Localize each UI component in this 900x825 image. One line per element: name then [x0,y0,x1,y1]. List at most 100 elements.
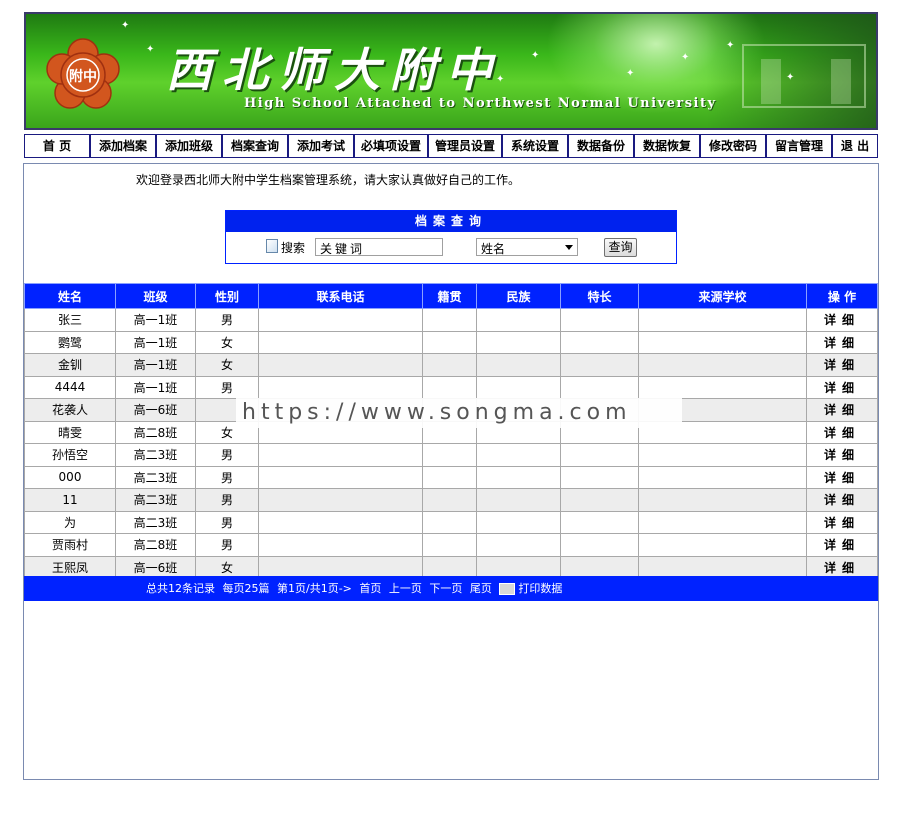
school-name-cn: 西北师大附中 [166,43,502,97]
cell-source-school [638,443,807,467]
search-field-selected: 姓名 [481,242,506,256]
cell-phone [258,510,423,534]
cell-hometown [422,510,477,534]
nav-message-admin[interactable]: 留言管理 [767,135,833,157]
cell-name: 孙悟空 [24,443,116,467]
total-records-text: 总共12条记录 [146,582,215,595]
search-doc-icon [266,239,278,253]
header-banner: 附中 西北师大附中 High School Attached to Northw… [24,12,878,130]
nav-data-backup[interactable]: 数据备份 [569,135,635,157]
detail-link[interactable]: 详细 [806,465,878,489]
cell-specialty [560,353,639,377]
detail-link[interactable]: 详细 [806,308,878,332]
detail-link[interactable]: 详细 [806,353,878,377]
nav-home[interactable]: 首 页 [25,135,91,157]
table-row: 金钏 高一1班 女 详细 [24,353,878,377]
main-nav: 首 页 添加档案 添加班级 档案查询 添加考试 必填项设置 管理员设置 系统设置… [24,134,878,158]
cell-specialty [560,375,639,399]
next-page-link[interactable]: 下一页 [429,582,462,595]
detail-link[interactable]: 详细 [806,533,878,557]
search-field-select[interactable]: 姓名 [476,238,578,256]
detail-link[interactable]: 详细 [806,330,878,354]
table-row: 张三 高一1班 男 详细 [24,308,878,332]
nav-system-settings[interactable]: 系统设置 [503,135,569,157]
nav-change-password[interactable]: 修改密码 [701,135,767,157]
column-header-name: 姓名 [24,283,116,309]
nav-admin-settings[interactable]: 管理员设置 [429,135,503,157]
column-header-gender: 性别 [195,283,259,309]
cell-ethnicity [476,510,561,534]
cell-class: 高二3班 [115,510,196,534]
per-page-text: 每页25篇 [222,582,270,595]
cell-ethnicity [476,443,561,467]
cell-gender: 女 [195,353,259,377]
cell-ethnicity [476,533,561,557]
search-panel: 档案查询 搜索 关键词 姓名 查询 [225,210,677,264]
nav-add-class[interactable]: 添加班级 [157,135,223,157]
cell-gender: 男 [195,375,259,399]
table-row: 为 高二3班 男 详细 [24,510,878,534]
cell-gender: 男 [195,533,259,557]
cell-specialty [560,308,639,332]
welcome-message: 欢迎登录西北师大附中学生档案管理系统，请大家认真做好自己的工作。 [136,173,521,187]
nav-data-restore[interactable]: 数据恢复 [635,135,701,157]
cell-source-school [638,465,807,489]
last-page-link[interactable]: 尾页 [470,582,492,595]
cell-name: 金钏 [24,353,116,377]
cell-phone [258,375,423,399]
cell-class: 高二3班 [115,443,196,467]
cell-name: 为 [24,510,116,534]
pagination-bar: 总共12条记录 每页25篇 第1页/共1页-> 首页 上一页 下一页 尾页 打印… [24,576,878,601]
cell-class: 高二8班 [115,533,196,557]
detail-link[interactable]: 详细 [806,488,878,512]
cell-name: 鹦鹭 [24,330,116,354]
cell-specialty [560,533,639,557]
column-header-class: 班级 [115,283,196,309]
cell-class: 高一6班 [115,398,196,422]
cell-gender: 男 [195,510,259,534]
cell-specialty [560,330,639,354]
detail-link[interactable]: 详细 [806,398,878,422]
cell-hometown [422,330,477,354]
printer-icon [499,583,516,595]
detail-link[interactable]: 详细 [806,375,878,399]
prev-page-link[interactable]: 上一页 [389,582,422,595]
nav-logout[interactable]: 退 出 [833,135,877,157]
cell-name: 张三 [24,308,116,332]
cell-class: 高二8班 [115,420,196,444]
nav-add-exam[interactable]: 添加考试 [289,135,355,157]
cell-phone [258,330,423,354]
sparkle-icon: ✦ [726,40,735,51]
cell-source-school [638,510,807,534]
school-name-en: High School Attached to Northwest Normal… [244,96,717,111]
table-row: 鹦鹭 高一1班 女 详细 [24,330,878,354]
column-header-specialty: 特长 [560,283,639,309]
table-row: 11 高二3班 男 详细 [24,488,878,512]
cell-class: 高二3班 [115,465,196,489]
cell-source-school [638,308,807,332]
cell-source-school [638,330,807,354]
cell-source-school [638,533,807,557]
cell-phone [258,465,423,489]
keyword-input[interactable]: 关键词 [315,238,443,256]
school-building-image [706,14,876,128]
watermark-text: https://www.songma.com [236,398,682,428]
cell-name: 贾雨村 [24,533,116,557]
cell-phone [258,488,423,512]
cell-name: 11 [24,488,116,512]
detail-link[interactable]: 详细 [806,443,878,467]
cell-name: 4444 [24,375,116,399]
query-button[interactable]: 查询 [604,238,637,257]
nav-record-query[interactable]: 档案查询 [223,135,289,157]
first-page-link[interactable]: 首页 [359,582,381,595]
cell-hometown [422,375,477,399]
nav-add-record[interactable]: 添加档案 [91,135,157,157]
cell-phone [258,308,423,332]
nav-required-fields[interactable]: 必填项设置 [355,135,429,157]
page-indicator: 第1页/共1页-> [277,582,352,595]
cell-name: 000 [24,465,116,489]
detail-link[interactable]: 详细 [806,420,878,444]
cell-class: 高一1班 [115,308,196,332]
detail-link[interactable]: 详细 [806,510,878,534]
print-data-link[interactable]: 打印数据 [518,582,562,595]
